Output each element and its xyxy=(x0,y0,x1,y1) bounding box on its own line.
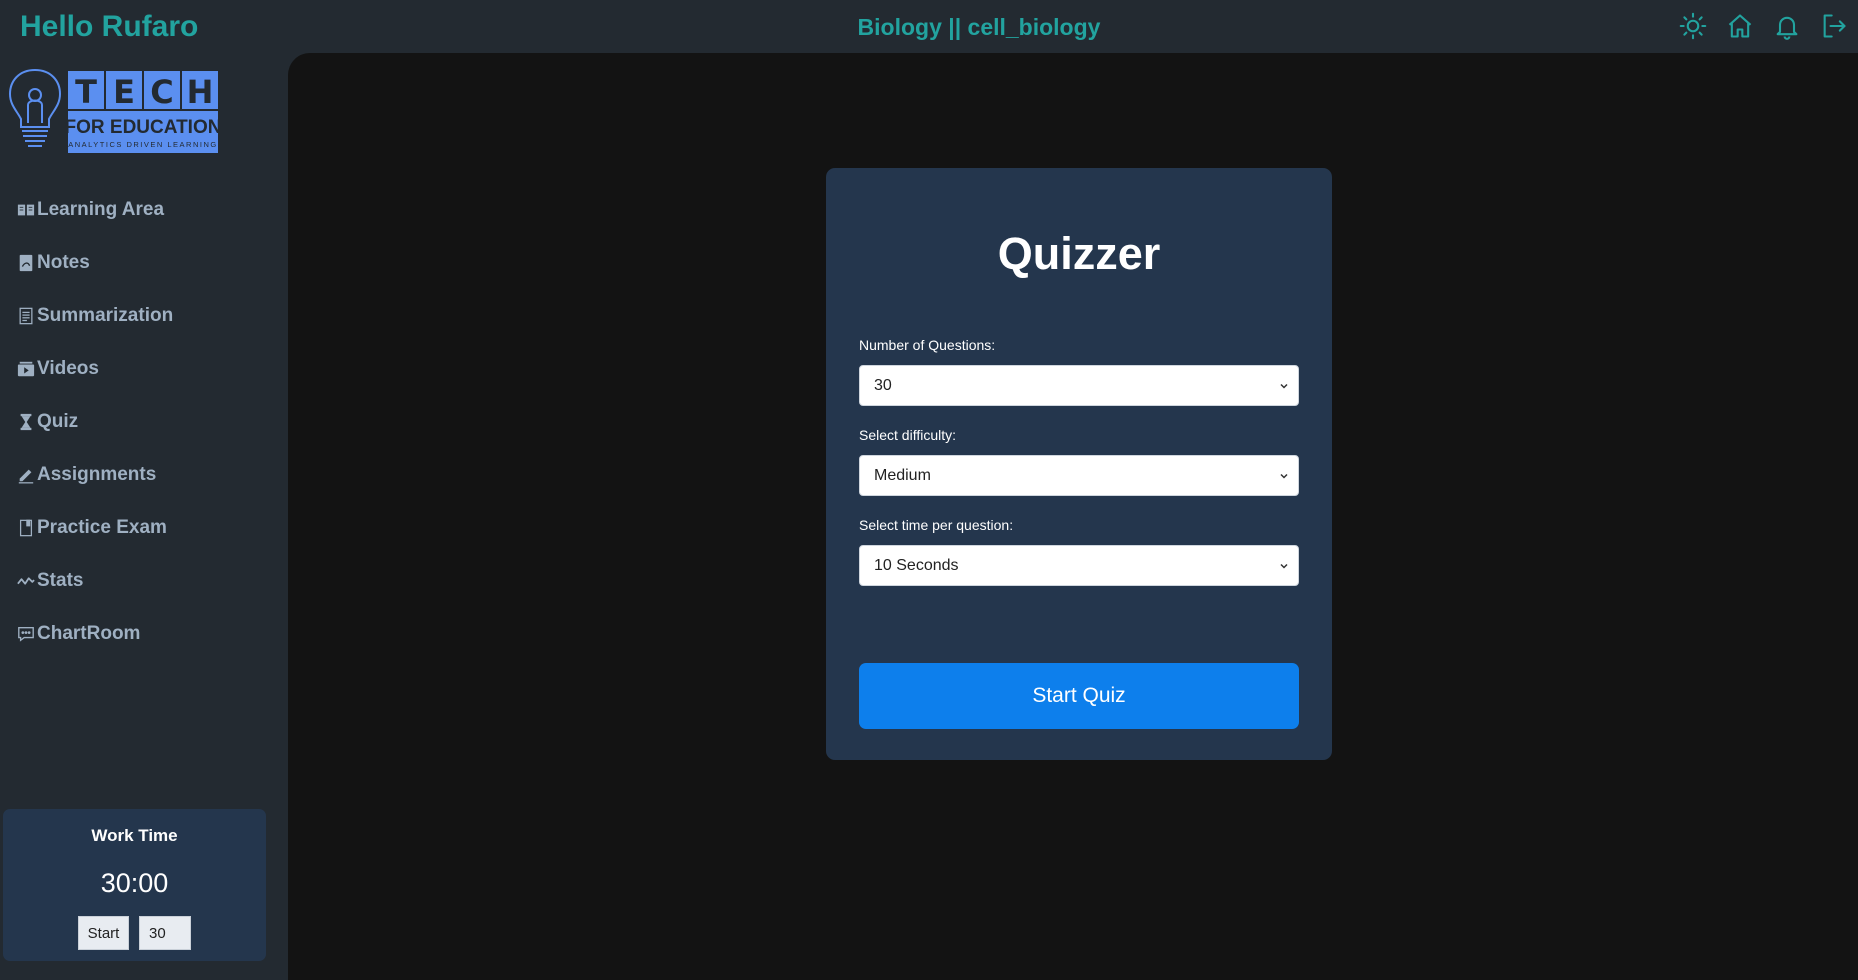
chevron-down-icon xyxy=(1280,383,1288,389)
sidebar-item-summarization[interactable]: Summarization xyxy=(0,289,288,342)
time-label: Select time per question: xyxy=(859,517,1014,533)
sidebar-item-label: Quiz xyxy=(37,410,79,432)
sidebar-item-stats[interactable]: Stats xyxy=(0,554,288,607)
sidebar-item-quiz[interactable]: Quiz xyxy=(0,395,288,448)
time-select[interactable]: 10 Seconds xyxy=(859,545,1299,586)
home-icon[interactable] xyxy=(1726,12,1754,40)
work-time-widget: Work Time 30:00 Start xyxy=(3,809,266,961)
sun-icon[interactable] xyxy=(1679,12,1707,40)
sidebar-item-chartroom[interactable]: ChartRoom xyxy=(0,607,288,660)
sidebar-nav: Learning Area Notes Summarization Videos… xyxy=(0,183,288,660)
document-icon xyxy=(16,306,36,326)
questions-label: Number of Questions: xyxy=(859,337,996,353)
pencil-icon xyxy=(16,465,36,485)
quiz-setup-card: Quizzer Number of Questions: 30 Select d… xyxy=(826,168,1332,760)
sidebar-item-videos[interactable]: Videos xyxy=(0,342,288,395)
questions-select[interactable]: 30 xyxy=(859,365,1299,406)
logo-letter-e: E xyxy=(113,73,135,111)
start-quiz-button[interactable]: Start Quiz xyxy=(859,663,1299,729)
sidebar-item-notes[interactable]: Notes xyxy=(0,236,288,289)
sidebar-item-label: Assignments xyxy=(37,463,157,485)
bell-icon[interactable] xyxy=(1773,12,1801,40)
work-time-clock: 30:00 xyxy=(100,868,169,898)
pdf-file-icon xyxy=(16,253,36,273)
logo-tagline: ANALYTICS DRIVEN LEARNING xyxy=(68,140,217,149)
logout-icon[interactable] xyxy=(1820,12,1848,40)
activity-icon xyxy=(16,571,36,591)
sidebar-item-label: ChartRoom xyxy=(37,622,141,644)
sidebar-item-label: Videos xyxy=(37,357,99,379)
hourglass-icon xyxy=(16,412,36,432)
work-time-start-button[interactable]: Start xyxy=(78,916,129,950)
quiz-title: Quizzer xyxy=(997,228,1161,279)
difficulty-label: Select difficulty: xyxy=(859,427,957,443)
main-content: Quizzer Number of Questions: 30 Select d… xyxy=(288,53,1858,980)
logo-subtitle: FOR EDUCATION xyxy=(65,117,220,138)
sidebar: T E C H FOR EDUCATION ANALYTICS DRIVEN L… xyxy=(0,53,288,980)
sidebar-item-label: Learning Area xyxy=(37,198,165,220)
work-time-minutes-input[interactable] xyxy=(139,916,191,950)
tech-for-education-logo: T E C H FOR EDUCATION ANALYTICS DRIVEN L… xyxy=(8,68,220,153)
sidebar-item-label: Summarization xyxy=(37,304,174,326)
difficulty-selected-value: Medium xyxy=(874,466,931,484)
sidebar-item-learning-area[interactable]: Learning Area xyxy=(0,183,288,236)
sidebar-item-assignments[interactable]: Assignments xyxy=(0,448,288,501)
top-icons xyxy=(1679,12,1848,40)
chevron-down-icon xyxy=(1280,563,1288,569)
video-icon xyxy=(16,359,36,379)
logo-letter-h: H xyxy=(187,73,214,111)
work-time-title: Work Time xyxy=(91,826,178,845)
notebook-icon xyxy=(16,518,36,538)
chevron-down-icon xyxy=(1280,473,1288,479)
sidebar-item-practice-exam[interactable]: Practice Exam xyxy=(0,501,288,554)
logo-letter-c: C xyxy=(150,73,173,111)
top-bar: Hello Rufaro Biology || cell_biology xyxy=(0,0,1858,53)
sidebar-item-label: Notes xyxy=(37,251,90,273)
subject-title: Biology || cell_biology xyxy=(857,14,1101,40)
book-open-icon xyxy=(16,200,36,220)
questions-selected-value: 30 xyxy=(874,376,892,394)
sidebar-item-label: Stats xyxy=(37,569,84,591)
time-selected-value: 10 Seconds xyxy=(874,556,959,574)
logo-letter-t: T xyxy=(75,73,97,111)
difficulty-select[interactable]: Medium xyxy=(859,455,1299,496)
chat-icon xyxy=(16,624,36,644)
sidebar-item-label: Practice Exam xyxy=(37,516,167,538)
